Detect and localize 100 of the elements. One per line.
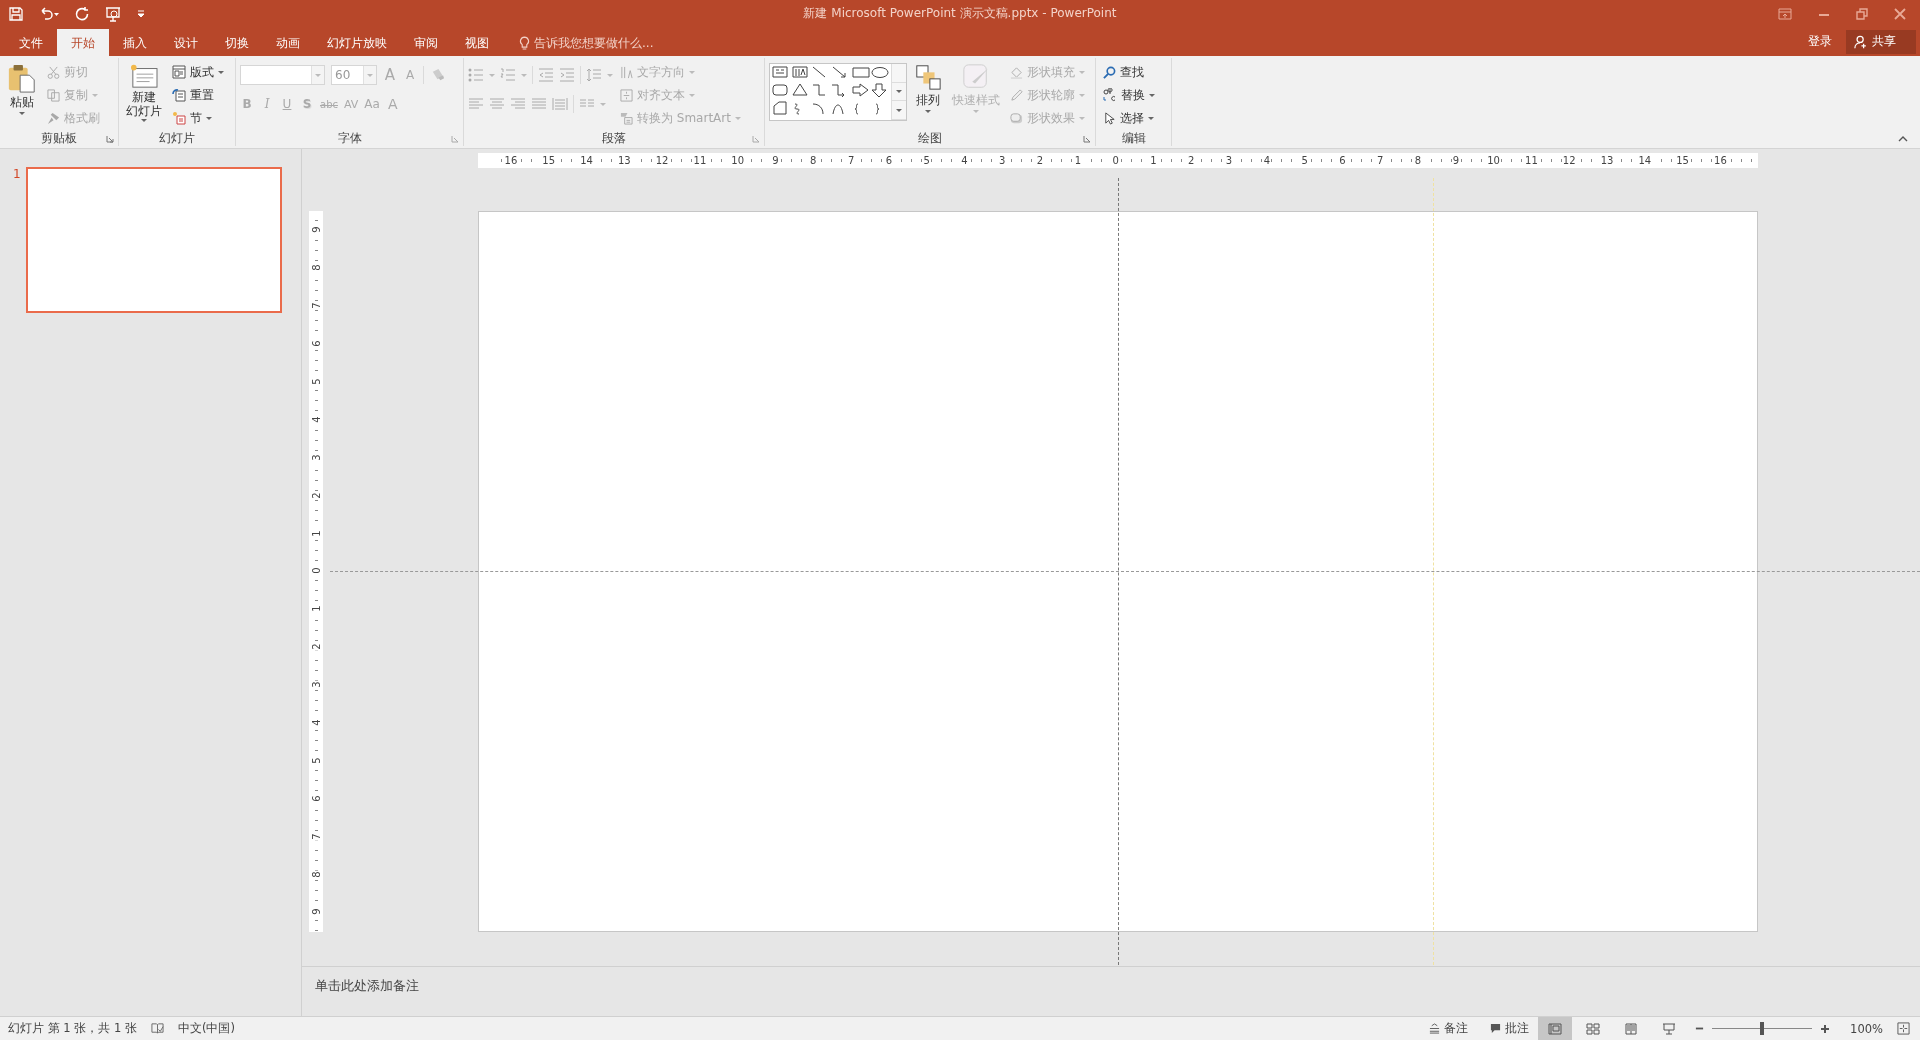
ruler-label: 4 [310,718,322,727]
increase-indent-icon[interactable] [559,68,575,82]
fit-to-window-icon[interactable] [1897,1022,1910,1035]
distribute-icon[interactable] [552,97,568,111]
ruler-label: 2 [310,491,322,500]
slideshow-icon[interactable] [104,5,122,22]
align-center-icon[interactable] [489,97,505,111]
dialog-launcher-icon[interactable] [106,135,114,143]
smartart-icon [620,111,633,125]
editing-command[interactable]: 替换 [1100,85,1158,105]
notes-button[interactable]: 备注 [1429,1021,1469,1036]
ruler-label: 11 [1524,154,1539,167]
caret-icon [1079,70,1085,74]
group-title: 幻灯片 [159,130,195,146]
ruler-label: 13 [616,154,632,167]
ruler-label: 3 [1224,154,1234,167]
ribbon-tab[interactable]: 审阅 [401,30,451,56]
ruler-label: 16 [503,154,519,167]
caret-icon [689,93,695,97]
undo-icon[interactable] [38,5,60,22]
ruler-label: 6 [310,794,322,803]
ruler-label: 10 [1486,154,1501,167]
slides-command[interactable]: 重置 [169,85,227,105]
comments-button[interactable]: 批注 [1490,1021,1530,1036]
bullets-icon[interactable] [468,68,484,82]
ruler-label: 14 [1637,154,1653,167]
ribbon-display-icon[interactable] [1778,7,1792,20]
ribbon-tab[interactable]: 开始 [57,29,109,56]
restore-icon[interactable] [1856,7,1868,20]
paste-button[interactable]: 粘贴 [4,61,40,130]
ribbon-tab[interactable]: 切换 [212,30,262,56]
ruler-label: 5 [1300,154,1309,167]
arrange-button[interactable]: 排列 [911,61,945,130]
slide-count: 幻灯片 第 1 张，共 1 张 [8,1021,137,1036]
ruler-label: 9 [771,154,780,167]
justify-icon[interactable] [531,97,547,111]
zoom-in-icon[interactable] [1820,1023,1831,1034]
pencil-icon [1010,88,1023,102]
align-left-icon[interactable] [468,97,484,111]
ruler-label: 10 [730,154,746,167]
slides-command[interactable]: 节 [169,108,227,128]
ruler-label: 3 [998,154,1007,167]
ruler-label: 5 [310,377,322,386]
ruler-label: 9 [1451,154,1460,167]
zoom-level[interactable]: 100% [1850,1021,1883,1036]
caret-icon [1079,93,1085,97]
comment-icon [1490,1023,1502,1034]
view-button[interactable] [1538,1017,1573,1040]
sign-in-link[interactable]: 登录 [1808,33,1832,50]
section-icon [172,111,186,125]
paintbrush-icon [962,63,990,91]
layout-icon [172,65,186,79]
reset-icon [172,88,186,102]
slides-command[interactable]: 版式 [169,62,227,82]
group-title: 剪贴板 [41,130,77,146]
group-title: 编辑 [1121,130,1146,146]
save-icon[interactable] [8,5,24,22]
new-slide-button[interactable]: 新建 幻灯片 [123,61,165,130]
lightbulb-icon [519,35,530,51]
ruler-label: 11 [692,154,708,167]
zoom-thumb[interactable] [1760,1022,1765,1035]
ribbon-tab[interactable]: 设计 [161,30,211,56]
dialog-launcher-icon[interactable] [1083,135,1091,143]
collapse-ribbon-icon[interactable] [1898,136,1908,142]
decrease-indent-icon[interactable] [538,68,554,82]
group-title: 字体 [337,130,362,146]
window-title: 新建 Microsoft PowerPoint 演示文稿.pptx - PowerPoint [803,5,1117,22]
ribbon-tab[interactable]: 文件 [6,30,56,56]
ruler-label: 12 [1561,154,1577,167]
spell-check-icon[interactable] [150,1022,164,1035]
eraser-icon[interactable] [430,67,445,83]
font-name-field[interactable] [240,65,325,85]
clipboard-icon [7,63,37,93]
tell-me-field[interactable]: 告诉我您想要做什么... [517,30,676,56]
shape-gallery[interactable] [769,63,907,121]
line-spacing-icon[interactable] [586,68,602,82]
numbering-icon[interactable] [500,68,516,82]
ruler-label: 0 [1111,154,1120,167]
editing-command[interactable]: 查找 [1100,62,1158,82]
shape-effects-icon [1010,111,1023,125]
caret-icon [1079,116,1085,120]
ruler-label: 8 [310,263,322,272]
language-indicator[interactable]: 中文(中国) [177,1021,235,1036]
share-button[interactable]: 共享 [1846,29,1916,54]
ribbon-tab[interactable]: 插入 [110,30,160,56]
ruler-label: 7 [846,154,856,167]
close-icon[interactable] [1894,7,1906,20]
ribbon-tab[interactable]: 动画 [263,30,313,56]
reading-view-icon [1624,1022,1639,1035]
ruler-label: 6 [884,154,894,167]
slide-thumbnail[interactable] [26,167,282,313]
ribbon-tab[interactable]: 视图 [452,30,502,56]
editing-command[interactable]: 选择 [1100,108,1158,128]
redo-icon[interactable] [74,5,90,22]
align-right-icon[interactable] [510,97,526,111]
ruler-label: 2 [1035,154,1045,167]
notes-prompt: 单击此处添加备注 [315,978,419,993]
arrange-icon [914,63,942,91]
ribbon-tab[interactable]: 幻灯片放映 [314,30,400,56]
ruler-label: 7 [310,301,322,310]
